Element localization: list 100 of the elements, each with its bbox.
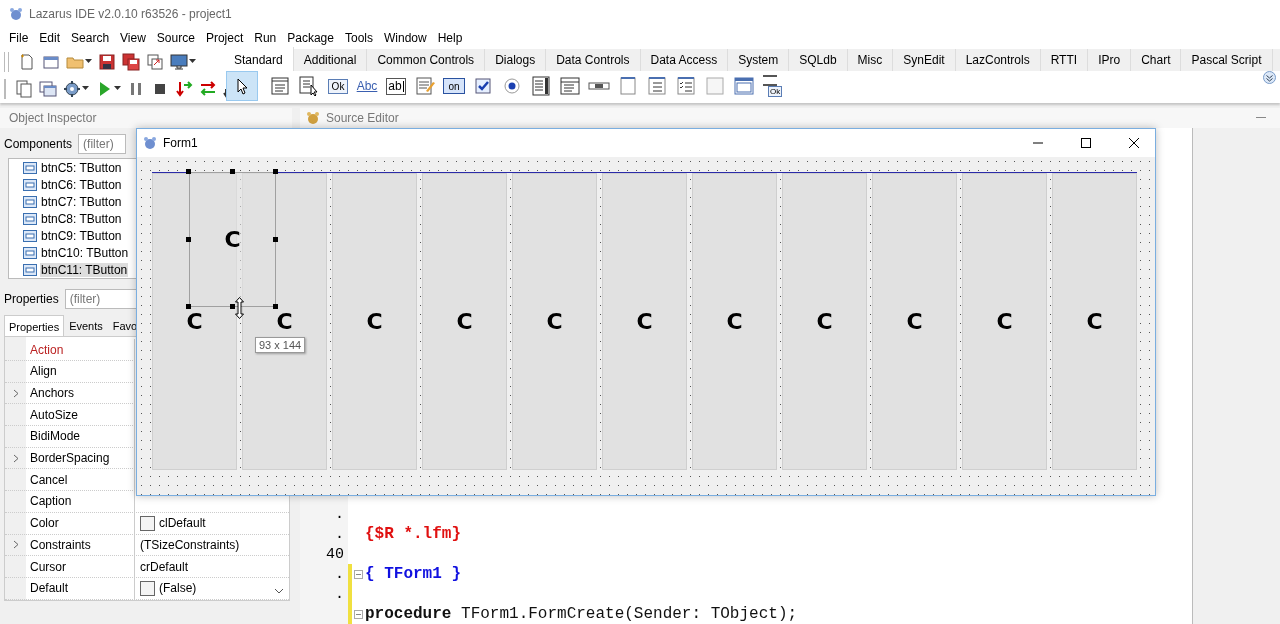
property-name[interactable]: AutoSize: [26, 404, 135, 426]
form-button[interactable]: C: [962, 173, 1047, 470]
palette-tab[interactable]: System: [728, 49, 790, 71]
resize-handle[interactable]: [273, 236, 278, 242]
property-name[interactable]: Constraints: [26, 534, 135, 556]
form-button[interactable]: C: [692, 173, 777, 470]
label-icon[interactable]: Abc: [356, 79, 378, 93]
chevron-down-icon[interactable]: [274, 587, 284, 594]
menu-list-icon[interactable]: [269, 75, 291, 97]
floppy-disks-icon[interactable]: [122, 52, 140, 71]
edit-field-icon[interactable]: ab: [386, 77, 406, 95]
form-button[interactable]: C: [422, 173, 507, 470]
tree-item[interactable]: btnC10: TButton: [40, 246, 130, 261]
form-button[interactable]: C: [1052, 173, 1137, 470]
selected-button[interactable]: C: [189, 172, 276, 307]
palette-tab[interactable]: Data Access: [640, 49, 729, 71]
menu-item[interactable]: Tools: [339, 31, 379, 45]
property-name[interactable]: Action: [26, 339, 135, 360]
checkbox[interactable]: [140, 580, 155, 596]
tree-item[interactable]: btnC7: TButton: [40, 195, 123, 210]
palette-tab[interactable]: Dialogs: [485, 49, 547, 71]
property-name[interactable]: BorderSpacing: [26, 447, 135, 469]
tree-item[interactable]: btnC9: TButton: [40, 229, 123, 244]
property-value[interactable]: (TSizeConstraints): [140, 537, 240, 552]
resize-handle[interactable]: [273, 304, 278, 309]
caret-icon[interactable]: [82, 86, 89, 91]
tab[interactable]: Favo: [107, 316, 138, 337]
tab[interactable]: Properties: [4, 315, 65, 337]
menu-item[interactable]: File: [4, 31, 35, 45]
swap-windows-icon[interactable]: [146, 52, 164, 71]
tree-item[interactable]: btnC11: TButton: [40, 263, 129, 278]
palette-tab[interactable]: LazControls: [955, 49, 1041, 71]
checkbox-icon[interactable]: [472, 75, 494, 97]
radio-button-icon[interactable]: [501, 75, 523, 97]
fold-icon[interactable]: [354, 569, 363, 579]
palette-tab[interactable]: Common Controls: [367, 49, 486, 71]
palette-tab[interactable]: RTTI: [1040, 49, 1089, 71]
scroll-down-icon[interactable]: [1263, 71, 1276, 84]
step-over-icon[interactable]: [199, 79, 217, 98]
gear-icon[interactable]: [63, 79, 81, 98]
palette-tab[interactable]: Additional: [293, 49, 368, 71]
filter-field[interactable]: (filter): [78, 134, 127, 155]
palette-tab[interactable]: IPro: [1088, 49, 1132, 71]
menu-pointer-icon[interactable]: [298, 75, 320, 97]
monitor-icon[interactable]: [170, 52, 188, 71]
property-value[interactable]: clDefault: [159, 516, 206, 531]
radio-group-icon[interactable]: [646, 75, 668, 97]
frame-icon[interactable]: [733, 75, 755, 97]
form-button[interactable]: C: [602, 173, 687, 470]
form-button[interactable]: C: [512, 173, 597, 470]
button-icon[interactable]: Ok: [327, 78, 349, 94]
tree-item[interactable]: btnC5: TButton: [40, 161, 123, 176]
tab[interactable]: Events: [64, 316, 108, 337]
combo-box-icon[interactable]: [559, 75, 581, 97]
step-into-icon[interactable]: [175, 79, 193, 98]
new-file-icon[interactable]: [18, 52, 36, 71]
toggle-button-icon[interactable]: on: [443, 78, 465, 94]
resize-handle[interactable]: [229, 169, 235, 174]
form-button[interactable]: C: [872, 173, 957, 470]
property-name[interactable]: Caption: [26, 491, 135, 512]
menu-item[interactable]: Run: [249, 31, 283, 45]
palette-tab[interactable]: Data Controls: [546, 49, 641, 71]
property-name[interactable]: BidiMode: [26, 426, 135, 447]
resize-handle[interactable]: [186, 236, 191, 242]
property-name[interactable]: Cursor: [26, 556, 135, 577]
minimize-icon[interactable]: [1256, 117, 1266, 119]
caret-icon[interactable]: [114, 86, 121, 91]
palette-tab[interactable]: Misc: [847, 49, 894, 71]
resize-handle[interactable]: [186, 304, 191, 309]
resize-handle[interactable]: [229, 304, 235, 309]
pages-icon[interactable]: [15, 79, 33, 98]
maximize-icon[interactable]: [1081, 138, 1091, 148]
menu-item[interactable]: Edit: [34, 31, 67, 45]
property-name[interactable]: Align: [26, 361, 135, 382]
caret-icon[interactable]: [85, 59, 92, 64]
check-group-icon[interactable]: [675, 75, 697, 97]
caret-icon[interactable]: [189, 59, 196, 64]
menu-item[interactable]: Package: [282, 31, 340, 45]
tree-item[interactable]: btnC8: TButton: [40, 212, 123, 227]
menu-item[interactable]: Window: [379, 31, 433, 45]
menu-item[interactable]: Source: [151, 31, 201, 45]
palette-tab[interactable]: Standard: [224, 47, 294, 71]
property-value[interactable]: (False): [159, 581, 197, 596]
resize-handle[interactable]: [186, 169, 191, 174]
palette-tab[interactable]: Chart: [1131, 49, 1182, 71]
menu-item[interactable]: Help: [432, 31, 469, 45]
windows-icon[interactable]: [39, 79, 57, 98]
resize-handle[interactable]: [273, 169, 278, 174]
close-icon[interactable]: [1129, 138, 1139, 148]
tree-item[interactable]: btnC6: TButton: [40, 178, 123, 193]
form-button[interactable]: C: [782, 173, 867, 470]
property-name[interactable]: Default: [26, 577, 135, 599]
property-name[interactable]: Cancel: [26, 469, 135, 491]
group-box-icon[interactable]: [617, 75, 639, 97]
palette-tab[interactable]: SQLdb: [789, 49, 848, 71]
filter-field[interactable]: (filter): [64, 288, 137, 309]
form-button[interactable]: C: [332, 173, 417, 470]
list-box-icon[interactable]: [530, 75, 552, 97]
fold-icon[interactable]: [354, 609, 363, 619]
palette-tab[interactable]: SynEdit: [893, 49, 956, 71]
